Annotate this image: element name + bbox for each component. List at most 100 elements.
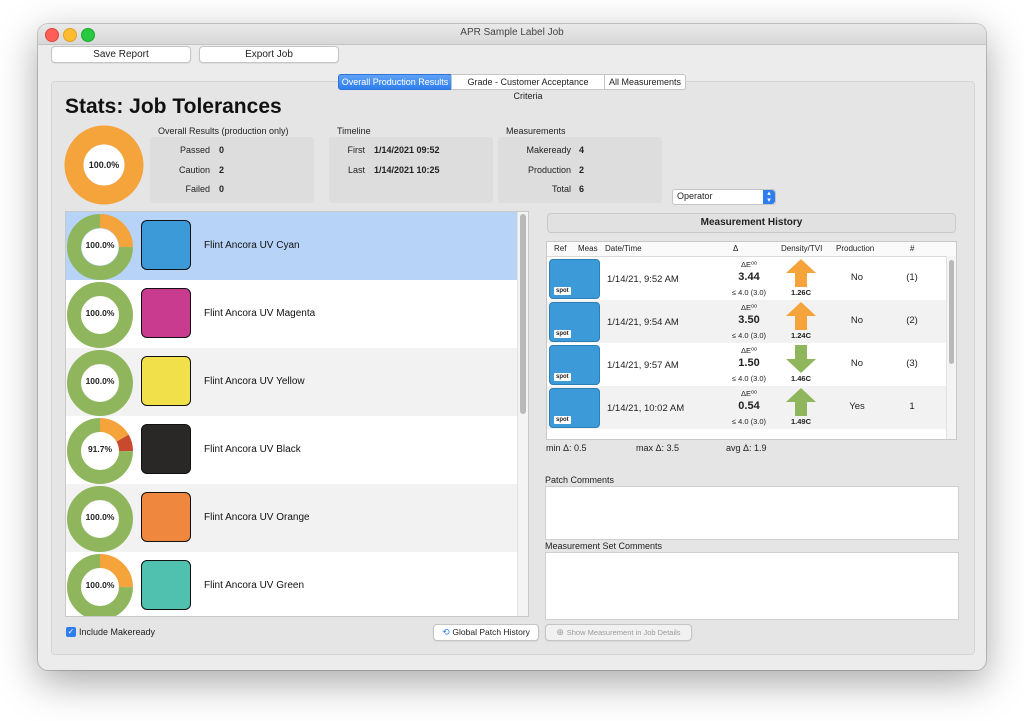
export-job-button[interactable]: Export Job [199, 46, 339, 63]
delta-e-tolerance: ≤ 4.0 (3.0) [731, 417, 767, 426]
patch-percent-label: 91.7% [87, 444, 113, 454]
tab-overall-production-results[interactable]: Overall Production Results [338, 74, 452, 90]
caution-count: 2 [219, 165, 225, 175]
history-avg-delta: avg Δ: 1.9 [726, 443, 767, 453]
production-count: 2 [579, 165, 585, 175]
delta-e-tolerance: ≤ 4.0 (3.0) [731, 331, 767, 340]
spot-badge: spot [554, 287, 571, 295]
patch-list-scroll-thumb[interactable] [520, 214, 526, 414]
patch-row[interactable]: 100.0% Flint Ancora UV Yellow [66, 348, 528, 416]
failed-label: Failed [185, 184, 210, 194]
patch-comments-field[interactable] [545, 486, 959, 540]
delta-e-value: 3.50 [738, 314, 760, 326]
patch-name: Flint Ancora UV Orange [204, 512, 310, 523]
patch-color-swatch [141, 492, 191, 542]
measurement-number: (1) [906, 272, 918, 283]
arrow-up-icon [786, 388, 816, 416]
timeline-header: Timeline [337, 126, 371, 136]
col-delta[interactable]: Δ [733, 244, 738, 253]
patch-name: Flint Ancora UV Yellow [204, 376, 305, 387]
patch-comments-label: Patch Comments [545, 475, 615, 485]
measurement-number: 1 [909, 401, 915, 412]
measurement-date: 1/14/21, 9:57 AM [607, 360, 679, 371]
col-meas[interactable]: Meas [578, 244, 598, 253]
delta-e-tolerance: ≤ 4.0 (3.0) [731, 288, 767, 297]
spot-badge: spot [554, 416, 571, 424]
patch-row[interactable]: 91.7% Flint Ancora UV Black [66, 416, 528, 484]
delta-e-label: ΔE⁰⁰ [740, 346, 758, 355]
delta-e-label: ΔE⁰⁰ [740, 303, 758, 312]
patch-list[interactable]: 100.0% Flint Ancora UV Cyan 100.0% Flint An… [65, 211, 529, 617]
history-max-delta: max Δ: 3.5 [636, 443, 680, 453]
save-report-button[interactable]: Save Report [51, 46, 191, 63]
history-row[interactable]: spot 1/14/21, 10:02 AM ΔE⁰⁰ 0.54 ≤ 4.0 (3.0)… [547, 386, 947, 429]
spot-badge: spot [554, 373, 571, 381]
measurement-number: (2) [906, 315, 918, 326]
col-ref[interactable]: Ref [554, 244, 566, 253]
show-measurement-label: Show Measurement in Job Details [566, 628, 681, 637]
show-measurement-button[interactable]: ⊕ Show Measurement in Job Details [545, 624, 692, 641]
crosshair-icon: ⊕ [556, 627, 564, 637]
patch-percent-label: 100.0% [85, 240, 115, 250]
patch-row[interactable]: 100.0% Flint Ancora UV Magenta [66, 280, 528, 348]
patch-color-swatch [141, 356, 191, 406]
patch-row[interactable]: 100.0% Flint Ancora UV Cyan [66, 212, 528, 280]
col-num[interactable]: # [910, 244, 914, 253]
delta-e-tolerance: ≤ 4.0 (3.0) [731, 374, 767, 383]
failed-count: 0 [219, 184, 225, 194]
patch-list-scrollbar[interactable] [517, 212, 528, 616]
patch-percent-label: 100.0% [85, 308, 115, 318]
tab-all-measurements[interactable]: All Measurements [604, 74, 686, 90]
measurement-history-title: Measurement History [547, 213, 956, 233]
delta-e-value: 3.44 [738, 271, 760, 283]
production-flag: Yes [849, 401, 865, 412]
patch-row[interactable]: 100.0% Flint Ancora UV Orange [66, 484, 528, 552]
timeline-last-value: 1/14/2021 10:25 [374, 165, 440, 175]
operator-select[interactable]: Operator ▴ ▾ [672, 189, 776, 205]
history-scrollbar[interactable] [946, 256, 956, 439]
measurement-set-comments-label: Measurement Set Comments [545, 541, 663, 551]
global-patch-history-label: Global Patch History [452, 627, 530, 637]
include-makeready-label: Include Makeready [79, 627, 156, 637]
production-flag: No [850, 358, 864, 369]
timeline-first-label: First [347, 145, 366, 155]
delta-e-label: ΔE⁰⁰ [740, 260, 758, 269]
delta-e-value: 1.50 [738, 357, 760, 369]
global-patch-history-button[interactable]: ⟲ Global Patch History [433, 624, 539, 641]
makeready-label: Makeready [526, 145, 571, 155]
measurements-header: Measurements [506, 126, 566, 136]
chevron-updown-icon: ▴ ▾ [763, 190, 775, 204]
history-scroll-thumb[interactable] [949, 260, 954, 364]
measurement-set-comments-field[interactable] [545, 552, 959, 620]
history-row[interactable]: spot 1/14/21, 9:57 AM ΔE⁰⁰ 1.50 ≤ 4.0 (3.0) 1… [547, 343, 947, 386]
density-value: 1.49C [790, 417, 811, 426]
measurement-thumbnail: spot [549, 345, 600, 385]
window-title: APR Sample Label Job [460, 27, 564, 38]
density-value: 1.26C [790, 288, 811, 297]
patch-name: Flint Ancora UV Magenta [204, 308, 316, 319]
history-row[interactable]: spot 1/14/21, 9:54 AM ΔE⁰⁰ 3.50 ≤ 4.0 (3.0) 1… [547, 300, 947, 343]
measurement-history-table[interactable]: Ref Meas Date/Time Δ Density/TVI Product… [546, 241, 957, 440]
measurement-thumbnail: spot [549, 259, 600, 299]
spot-badge: spot [554, 330, 571, 338]
history-clock-icon: ⟲ [442, 627, 450, 637]
patch-percent-label: 100.0% [85, 580, 115, 590]
col-production[interactable]: Production [836, 244, 874, 253]
patch-name: Flint Ancora UV Cyan [204, 240, 300, 251]
patch-name: Flint Ancora UV Green [204, 580, 305, 591]
include-makeready-checkbox[interactable]: ✓ [66, 627, 76, 637]
measurement-thumbnail: spot [549, 302, 600, 342]
patch-name: Flint Ancora UV Black [204, 444, 301, 455]
patch-color-swatch [141, 288, 191, 338]
overall-results-header: Overall Results (production only) [158, 126, 289, 136]
col-date[interactable]: Date/Time [605, 244, 642, 253]
tab-grade-customer-acceptance[interactable]: Grade - Customer Acceptance Criteria [451, 74, 605, 101]
production-flag: No [850, 272, 864, 283]
caution-label: Caution [178, 165, 210, 175]
passed-label: Passed [179, 145, 210, 155]
history-min-delta: min Δ: 0.5 [546, 443, 587, 453]
patch-row[interactable]: 100.0% Flint Ancora UV Green [66, 552, 528, 616]
history-row[interactable]: spot 1/14/21, 9:52 AM ΔE⁰⁰ 3.44 ≤ 4.0 (3.0) 1… [547, 257, 947, 300]
col-density[interactable]: Density/TVI [781, 244, 822, 253]
measurement-thumbnail: spot [549, 388, 600, 428]
